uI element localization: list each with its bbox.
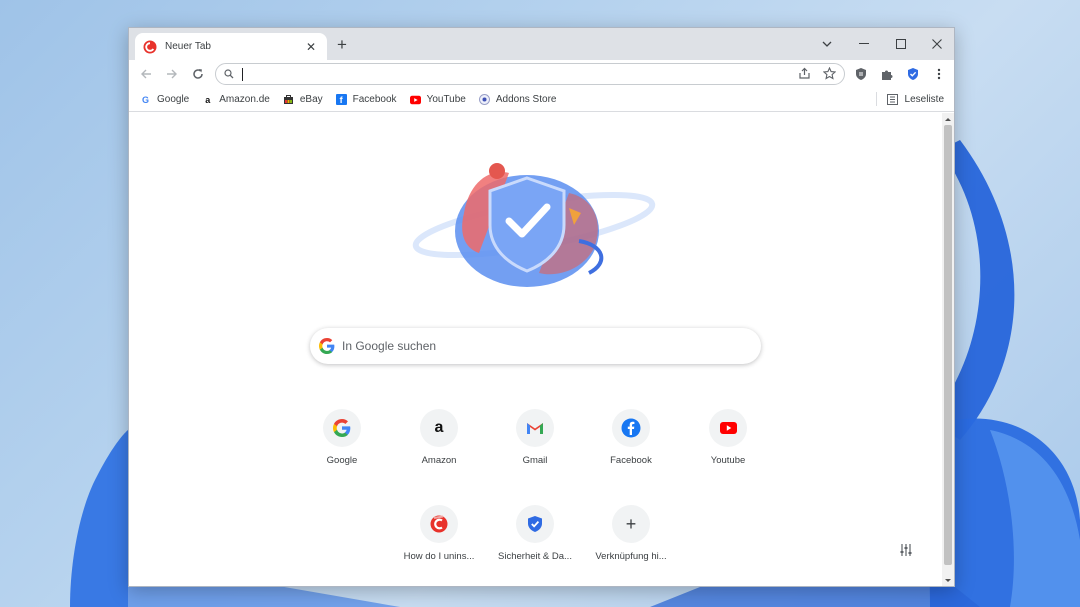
share-icon[interactable]: [798, 67, 811, 80]
tab-new-tab[interactable]: Neuer Tab ✕: [135, 33, 327, 60]
reading-list-icon: [886, 93, 898, 105]
shortcut-icon-circle: +: [612, 505, 650, 543]
amazon-icon: a: [434, 419, 444, 436]
bookmark-label: eBay: [299, 94, 323, 105]
text-cursor: [242, 67, 243, 81]
bookmark-ebay[interactable]: eBay: [283, 94, 323, 105]
forward-button[interactable]: [159, 61, 185, 87]
google-icon: G: [141, 94, 149, 105]
facebook-icon: f: [335, 94, 347, 105]
shortcut-icon-circle: [612, 409, 650, 447]
maximize-button[interactable]: [883, 28, 919, 60]
toolbar: [129, 60, 954, 88]
shortcut-facebook[interactable]: Facebook: [591, 409, 671, 466]
bookmark-label: Amazon.de: [219, 94, 270, 105]
bookmark-facebook[interactable]: f Facebook: [335, 94, 397, 105]
google-g-icon: [319, 338, 335, 354]
ebay-icon: [283, 94, 294, 105]
shortcut-security-privacy[interactable]: Sicherheit & Da...: [495, 505, 575, 562]
reading-list-label: Leseliste: [904, 93, 944, 105]
ccleaner-icon: [430, 515, 448, 533]
youtube-icon: [409, 94, 421, 105]
shortcut-label: Google: [326, 455, 358, 466]
shortcut-icon-circle: [709, 409, 747, 447]
shortcut-label: Facebook: [610, 455, 652, 466]
bookmark-addons-store[interactable]: Addons Store: [478, 94, 557, 105]
shortcut-label: Sicherheit & Da...: [498, 551, 572, 562]
extension-shield-icon[interactable]: [853, 66, 869, 82]
bookmark-label: YouTube: [426, 94, 466, 105]
close-window-button[interactable]: [919, 28, 954, 60]
facebook-icon: [621, 418, 641, 438]
tab-favicon-icon: [143, 40, 157, 53]
tab-close-icon[interactable]: ✕: [303, 40, 319, 54]
plus-icon: +: [625, 514, 637, 534]
shortcut-gmail[interactable]: Gmail: [495, 409, 575, 466]
back-button[interactable]: [133, 61, 159, 87]
bookmark-label: Facebook: [352, 94, 397, 105]
bookmark-label: Google: [157, 94, 190, 105]
customize-page-button[interactable]: [899, 543, 913, 562]
scroll-down-icon[interactable]: [942, 575, 954, 585]
shortcut-icon-circle: [420, 505, 458, 543]
bookmark-amazon[interactable]: a Amazon.de: [202, 94, 270, 105]
extensions-puzzle-icon[interactable]: [879, 66, 895, 82]
new-tab-button[interactable]: +: [337, 36, 347, 53]
search-placeholder: In Google suchen: [342, 339, 437, 353]
tab-title: Neuer Tab: [165, 41, 211, 52]
browser-window: Neuer Tab ✕ + G Google a Amazon.de eBay …: [128, 27, 955, 587]
shortcut-label: Gmail: [522, 455, 548, 466]
bookmark-youtube[interactable]: YouTube: [409, 94, 466, 105]
bookmarks-bar: G Google a Amazon.de eBay f Facebook You…: [129, 88, 954, 112]
minimize-button[interactable]: [846, 28, 882, 60]
new-tab-page: In Google suchen Google a Amazon Gmail F…: [129, 113, 944, 586]
search-icon: [224, 69, 234, 79]
scrollbar-thumb[interactable]: [944, 125, 952, 565]
reload-button[interactable]: [185, 61, 211, 87]
reading-list-button[interactable]: Leseliste: [875, 92, 944, 106]
page-scrollbar[interactable]: [942, 113, 954, 586]
shortcut-amazon[interactable]: a Amazon: [399, 409, 479, 466]
divider: [875, 92, 877, 106]
bookmark-star-icon[interactable]: [823, 67, 836, 80]
google-search-box[interactable]: In Google suchen: [310, 328, 761, 364]
tab-strip: Neuer Tab ✕ +: [129, 28, 954, 60]
security-shield-illustration: [412, 163, 656, 287]
youtube-icon: [719, 422, 737, 434]
google-icon: [333, 419, 351, 437]
add-shortcut-tile[interactable]: + Verknüpfung hi...: [591, 505, 671, 562]
shortcut-label: Youtube: [710, 455, 746, 466]
menu-kebab-icon[interactable]: [931, 66, 947, 82]
shortcut-youtube[interactable]: Youtube: [688, 409, 768, 466]
shortcut-icon-circle: a: [420, 409, 458, 447]
security-shield-icon[interactable]: [905, 66, 921, 82]
shortcut-label: How do I unins...: [403, 551, 475, 562]
amazon-icon: a: [205, 94, 211, 105]
shortcut-label: Verknüpfung hi...: [595, 551, 667, 562]
shortcut-google[interactable]: Google: [302, 409, 382, 466]
tab-search-chevron-down-icon[interactable]: [809, 28, 845, 60]
addons-store-icon: [478, 94, 490, 105]
shortcut-icon-circle: [516, 409, 554, 447]
shortcut-icon-circle: [516, 505, 554, 543]
shortcut-icon-circle: [323, 409, 361, 447]
shortcut-label: Amazon: [421, 455, 457, 466]
shortcut-ccleaner-uninstall[interactable]: How do I unins...: [399, 505, 479, 562]
bookmark-google[interactable]: G Google: [140, 94, 189, 105]
bookmark-label: Addons Store: [495, 94, 557, 105]
address-bar[interactable]: [215, 63, 845, 85]
sliders-icon: [900, 544, 912, 556]
scroll-up-icon[interactable]: [942, 115, 954, 125]
shield-icon: [528, 516, 542, 532]
gmail-icon: [527, 423, 543, 434]
